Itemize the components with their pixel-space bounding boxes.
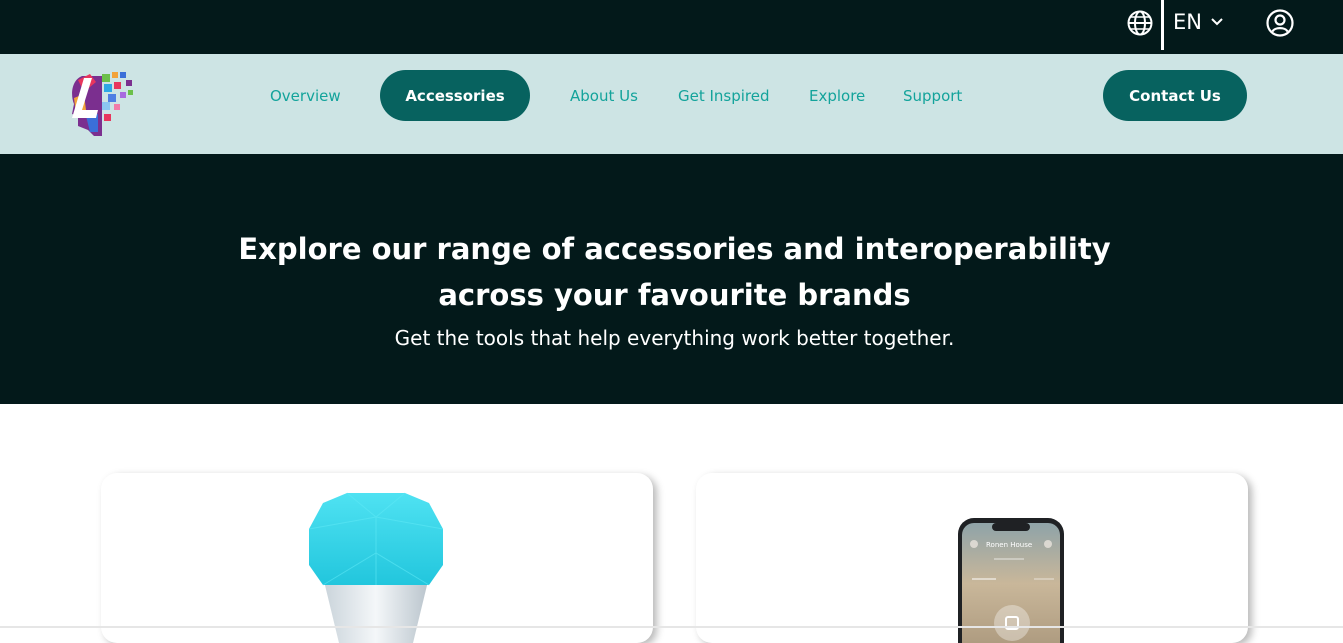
contact-us-button[interactable]: Contact Us bbox=[1103, 70, 1247, 121]
hero-section: Explore our range of accessories and int… bbox=[0, 154, 1343, 404]
hero-title: Explore our range of accessories and int… bbox=[238, 232, 1111, 312]
main-navigation: Overview Accessories About Us Get Inspir… bbox=[0, 54, 1343, 154]
phone-app-image: Ronen House bbox=[958, 518, 1064, 643]
nav-about-us[interactable]: About Us bbox=[570, 87, 638, 105]
brand-logo[interactable] bbox=[68, 70, 136, 140]
nav-get-inspired[interactable]: Get Inspired bbox=[678, 87, 770, 105]
product-card-app[interactable]: Ronen House bbox=[696, 473, 1248, 643]
chevron-down-icon bbox=[1211, 18, 1223, 26]
globe-icon[interactable] bbox=[1126, 9, 1154, 37]
language-selector[interactable]: EN bbox=[1173, 10, 1224, 34]
user-circle-icon[interactable] bbox=[1265, 8, 1295, 38]
product-card-bulb[interactable] bbox=[101, 473, 653, 643]
nav-support[interactable]: Support bbox=[903, 87, 962, 105]
top-bar: EN bbox=[0, 0, 1343, 54]
nav-overview[interactable]: Overview bbox=[270, 87, 341, 105]
app-screen-title: Ronen House bbox=[986, 541, 1032, 549]
nav-explore[interactable]: Explore bbox=[809, 87, 865, 105]
hero-subtitle: Get the tools that help everything work … bbox=[394, 326, 955, 350]
smart-bulb-image bbox=[308, 492, 444, 643]
nav-accessories[interactable]: Accessories bbox=[380, 70, 530, 121]
topbar-divider bbox=[1161, 0, 1164, 50]
language-label: EN bbox=[1173, 10, 1202, 34]
